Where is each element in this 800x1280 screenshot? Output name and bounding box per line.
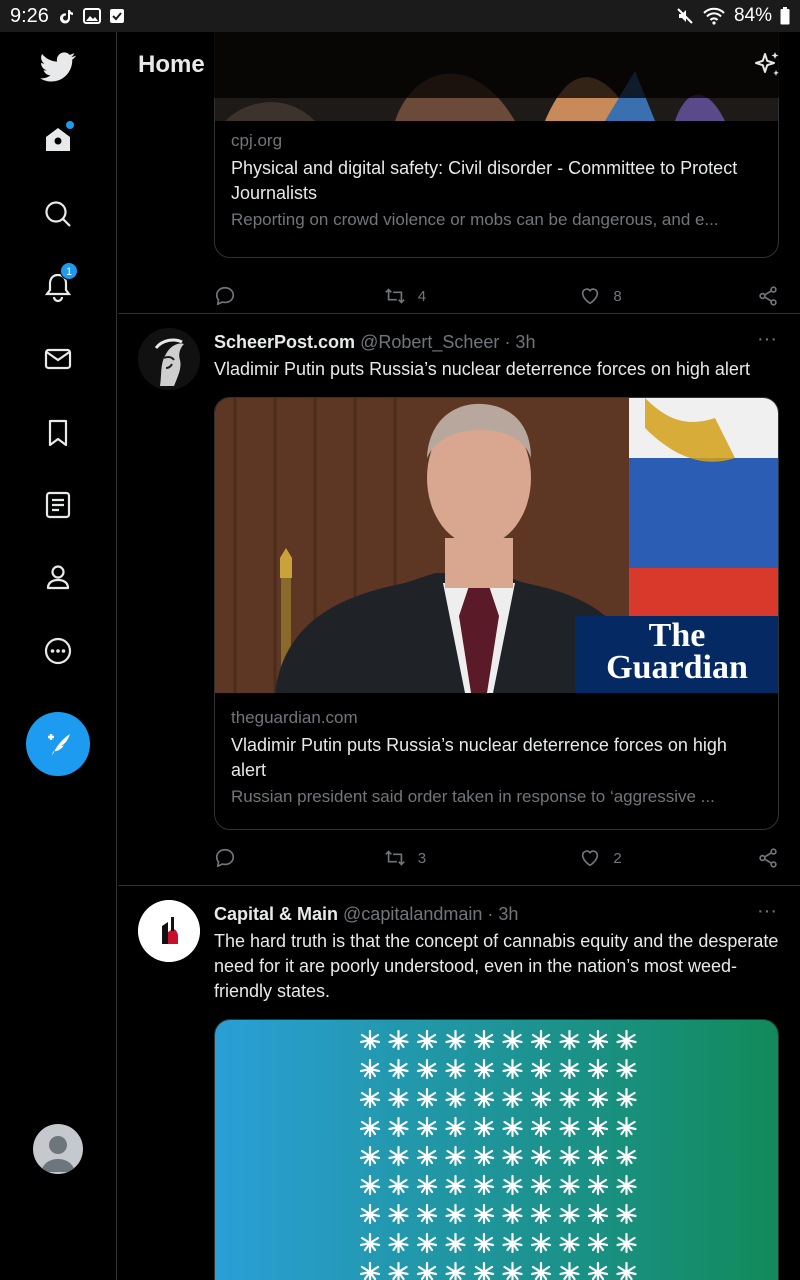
checkbox-notification-icon	[109, 9, 124, 23]
card-title: Physical and digital safety: Civil disor…	[231, 158, 738, 203]
link-card[interactable]: The Guardian theguardian.com Vladimir Pu…	[214, 397, 779, 830]
battery-percent: 84%	[733, 5, 772, 26]
reply-button[interactable]	[214, 285, 384, 307]
more-icon[interactable]	[33, 626, 83, 676]
retweet-button[interactable]: 3	[384, 847, 580, 869]
status-time: 9:26	[10, 4, 49, 27]
card-body: theguardian.com Vladimir Putin puts Russ…	[215, 706, 778, 811]
retweet-icon	[384, 288, 405, 304]
default-avatar-icon	[41, 1136, 75, 1172]
tweet-header: ScheerPost.com @Robert_Scheer · 3h	[214, 332, 535, 353]
media-image[interactable]	[214, 1019, 779, 1280]
search-icon[interactable]	[33, 189, 83, 239]
compose-tweet-button[interactable]	[26, 712, 90, 776]
account-avatar[interactable]	[33, 1124, 83, 1174]
sidebar-nav: 1	[0, 32, 117, 1280]
top-header: Home	[118, 32, 800, 98]
author-handle[interactable]: @Robert_Scheer	[360, 332, 499, 352]
home-icon[interactable]	[33, 115, 83, 165]
more-options-icon[interactable]: ···	[752, 901, 782, 926]
author-name[interactable]: ScheerPost.com	[214, 332, 355, 352]
retweet-count: 4	[417, 287, 427, 305]
more-options-icon[interactable]: ···	[752, 329, 782, 354]
like-button[interactable]: 2	[579, 847, 757, 869]
share-icon	[759, 848, 777, 868]
author-name[interactable]: Capital & Main	[214, 904, 338, 924]
compose-feather-icon	[48, 734, 70, 756]
heart-icon	[582, 288, 599, 305]
capitalandmain-avatar[interactable]	[138, 900, 200, 962]
status-bar: 9:26 84%	[0, 0, 800, 32]
notifications-icon[interactable]: 1	[33, 262, 83, 312]
sparkle-icon[interactable]	[752, 50, 782, 80]
tweet-text: The hard truth is that the concept of ca…	[214, 931, 779, 1001]
status-notification-icons	[59, 8, 125, 24]
retweet-count: 3	[417, 849, 427, 867]
heart-icon	[582, 850, 599, 867]
lists-icon[interactable]	[33, 480, 83, 530]
tiktok-notification-icon	[59, 10, 73, 24]
card-domain: cpj.org	[231, 131, 283, 150]
tweet-header: Capital & Main @capitalandmain · 3h	[214, 904, 518, 925]
mute-icon	[677, 8, 693, 24]
card-description: Russian president said order taken in re…	[231, 787, 715, 806]
share-icon	[759, 286, 777, 306]
tweet-time[interactable]: · 3h	[504, 332, 535, 352]
profile-icon[interactable]	[33, 552, 83, 602]
card-description: Reporting on crowd violence or mobs can …	[231, 210, 719, 229]
twitter-logo-icon[interactable]	[33, 42, 83, 92]
scheerpost-avatar[interactable]	[138, 328, 200, 390]
reply-icon	[215, 286, 235, 306]
notifications-badge: 1	[60, 262, 78, 280]
retweet-icon	[384, 850, 405, 866]
tweet-actions: 3 2	[214, 844, 779, 872]
page-title: Home	[138, 51, 205, 78]
share-button[interactable]	[757, 847, 779, 869]
card-domain: theguardian.com	[231, 708, 358, 727]
share-button[interactable]	[757, 285, 779, 307]
like-button[interactable]: 8	[579, 285, 757, 307]
reply-button[interactable]	[214, 847, 384, 869]
gallery-notification-icon	[82, 8, 101, 24]
card-image: The Guardian	[215, 398, 778, 693]
reply-icon	[215, 848, 235, 868]
guardian-logo-line2: Guardian	[606, 649, 748, 686]
wifi-icon	[703, 7, 725, 25]
home-new-dot	[66, 121, 74, 129]
cannabis-leaves-image	[215, 1020, 778, 1280]
card-title: Vladimir Putin puts Russia’s nuclear det…	[231, 735, 727, 780]
author-handle[interactable]: @capitalandmain	[343, 904, 482, 924]
tweet-scheerpost[interactable]: ScheerPost.com @Robert_Scheer · 3h ··· V…	[118, 314, 800, 886]
like-count: 8	[613, 287, 622, 305]
messages-icon[interactable]	[33, 334, 83, 384]
bookmarks-icon[interactable]	[33, 408, 83, 458]
like-count: 2	[613, 849, 622, 867]
battery-icon	[780, 7, 790, 25]
timeline: Home cpj.org Physical and digital safety…	[118, 32, 800, 1280]
tweet-time[interactable]: · 3h	[487, 904, 518, 924]
tweet-capitalandmain[interactable]: Capital & Main @capitalandmain · 3h ··· …	[118, 886, 800, 1280]
tweet-actions: 4 8	[214, 282, 779, 310]
card-body: cpj.org Physical and digital safety: Civ…	[215, 129, 778, 234]
retweet-button[interactable]: 4	[384, 285, 580, 307]
tweet-text: Vladimir Putin puts Russia’s nuclear det…	[214, 359, 750, 379]
status-right: 84%	[676, 5, 790, 27]
